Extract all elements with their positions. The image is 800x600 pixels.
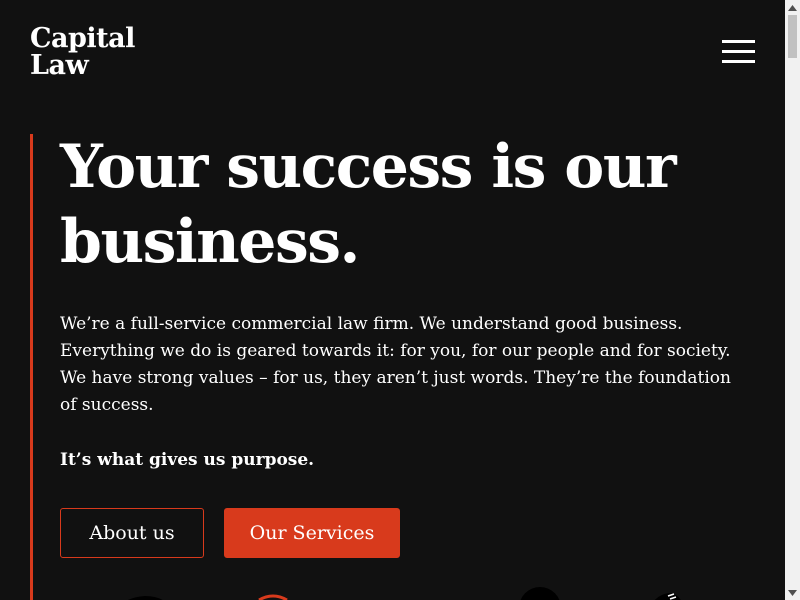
vertical-scrollbar[interactable] (785, 0, 800, 600)
logo-line-1: Capital (30, 23, 135, 54)
illustration-blob-icon (128, 596, 163, 600)
hamburger-menu-icon[interactable] (722, 40, 755, 64)
menu-bar-bottom (722, 60, 755, 63)
scroll-down-arrow-icon[interactable] (785, 585, 800, 600)
about-us-button[interactable]: About us (60, 508, 204, 558)
hero-headline: Your success is our business. (60, 132, 677, 277)
scroll-up-arrow-icon[interactable] (785, 0, 800, 15)
menu-bar-middle (722, 50, 755, 53)
logo-line-2: Law (30, 50, 89, 81)
illustration-figure-icon (654, 593, 681, 600)
hero-purpose: It’s what gives us purpose. (60, 450, 315, 470)
hero-section: Your success is our business. We’re a fu… (30, 132, 753, 600)
illustration-accent-icon (258, 594, 288, 600)
menu-bar-top (722, 40, 755, 43)
hero-intro: We’re a full-service commercial law firm… (60, 314, 731, 415)
our-services-button[interactable]: Our Services (224, 508, 400, 558)
scrollbar-thumb[interactable] (788, 15, 797, 58)
illustration-circle-icon (520, 587, 560, 600)
logo[interactable]: Capital Law (30, 25, 135, 79)
page: Capital Law Your success is our business… (0, 0, 785, 600)
